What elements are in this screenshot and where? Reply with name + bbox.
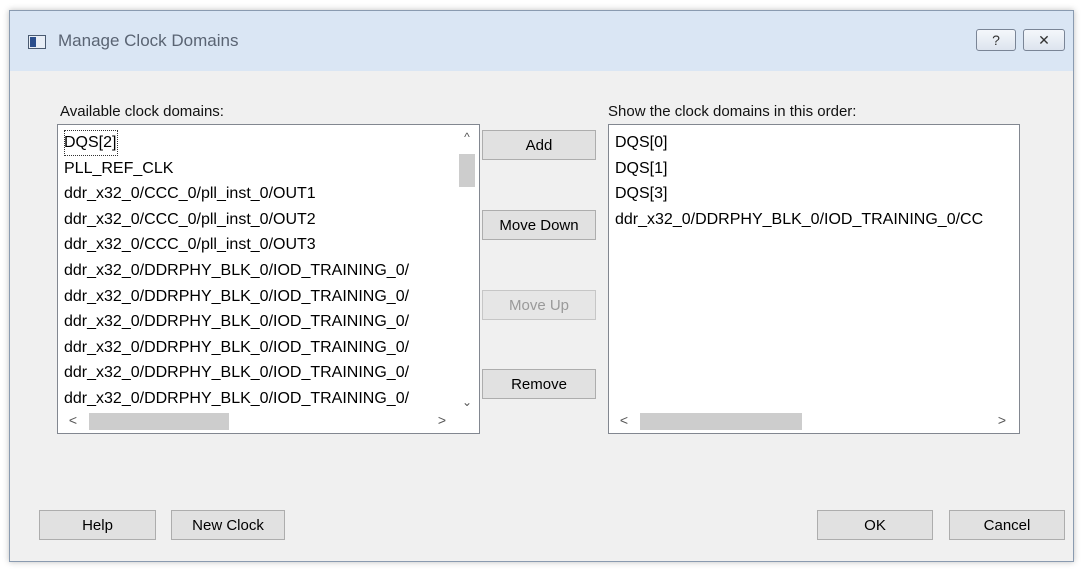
question-mark-icon: ?: [992, 32, 1000, 48]
list-item[interactable]: DQS[3]: [615, 181, 1013, 207]
list-item-label: DQS[1]: [615, 159, 668, 177]
list-item-label: DQS[0]: [615, 134, 668, 151]
ordered-domains-list[interactable]: DQS[0] DQS[1] DQS[3] ddr_x32_0/DDRPHY_BLK_0…: [608, 124, 1020, 434]
ok-button[interactable]: OK: [817, 510, 933, 540]
list-item-label: PLL_REF_CLK: [64, 159, 174, 177]
title-bar: Manage Clock Domains ? ✕: [10, 11, 1073, 71]
window-title: Manage Clock Domains: [58, 31, 239, 50]
list-item-label: ddr_x32_0/DDRPHY_BLK_0/IOD_TRAINING_0/: [64, 287, 410, 305]
list-item[interactable]: ddr_x32_0/DDRPHY_BLK_0/IOD_TRAINING_0/: [64, 335, 453, 361]
vertical-scroll-thumb[interactable]: [459, 154, 475, 187]
remove-button[interactable]: Remove: [482, 369, 596, 399]
scroll-down-icon[interactable]: ⌄: [456, 395, 478, 409]
list-item-label: ddr_x32_0/DDRPHY_BLK_0/IOD_TRAINING_0/: [64, 313, 410, 331]
list-item[interactable]: ddr_x32_0/CCC_0/pll_inst_0/OUT3: [64, 232, 453, 258]
horizontal-scroll-thumb[interactable]: [640, 413, 802, 430]
ordered-domains-label: Show the clock domains in this order:: [608, 103, 857, 120]
list-item[interactable]: ddr_x32_0/CCC_0/pll_inst_0/OUT2: [64, 207, 453, 233]
list-item-label: DQS[2]: [64, 130, 119, 156]
window-icon: [28, 35, 46, 49]
list-item[interactable]: ddr_x32_0/CCC_0/pll_inst_0/OUT1: [64, 181, 453, 207]
list-item[interactable]: ddr_x32_0/DDRPHY_BLK_0/IOD_TRAINING_0/: [64, 360, 453, 386]
scroll-up-icon[interactable]: ^: [456, 130, 478, 144]
list-item-label: ddr_x32_0/DDRPHY_BLK_0/IOD_TRAINING_0/: [64, 389, 410, 407]
list-item[interactable]: DQS[1]: [615, 156, 1013, 182]
horizontal-scrollbar-right[interactable]: < >: [610, 410, 1018, 432]
scroll-right-icon[interactable]: >: [432, 412, 452, 428]
scroll-right-icon[interactable]: >: [992, 412, 1012, 428]
new-clock-button[interactable]: New Clock: [171, 510, 285, 540]
list-item-label: ddr_x32_0/DDRPHY_BLK_0/IOD_TRAINING_0/: [64, 364, 410, 382]
cancel-button[interactable]: Cancel: [949, 510, 1065, 540]
list-item-label: ddr_x32_0/CCC_0/pll_inst_0/OUT3: [64, 236, 316, 254]
list-item[interactable]: DQS[2]: [64, 130, 453, 156]
list-item-label: ddr_x32_0/DDRPHY_BLK_0/IOD_TRAINING_0/: [64, 261, 410, 279]
list-item[interactable]: ddr_x32_0/DDRPHY_BLK_0/IOD_TRAINING_0/: [64, 309, 453, 335]
list-item-label: ddr_x32_0/DDRPHY_BLK_0/IOD_TRAINING_0/: [64, 338, 410, 356]
ordered-items: DQS[0] DQS[1] DQS[3] ddr_x32_0/DDRPHY_BLK_0…: [615, 130, 1013, 232]
close-icon: ✕: [1038, 31, 1050, 48]
list-item[interactable]: ddr_x32_0/DDRPHY_BLK_0/IOD_TRAINING_0/: [64, 284, 453, 310]
list-item[interactable]: ddr_x32_0/DDRPHY_BLK_0/IOD_TRAINING_0/CC: [615, 207, 1013, 233]
add-button[interactable]: Add: [482, 130, 596, 160]
available-domains-label: Available clock domains:: [60, 103, 224, 120]
available-domains-list[interactable]: DQS[2] PLL_REF_CLK ddr_x32_0/CCC_0/pll_ins…: [57, 124, 480, 434]
list-item-label: ddr_x32_0/CCC_0/pll_inst_0/OUT1: [64, 185, 316, 203]
scroll-left-icon[interactable]: <: [63, 412, 83, 428]
list-item[interactable]: PLL_REF_CLK: [64, 156, 453, 182]
list-item-label: ddr_x32_0/DDRPHY_BLK_0/IOD_TRAINING_0/CC: [615, 210, 984, 228]
list-item[interactable]: DQS[0]: [615, 130, 1013, 156]
available-items: DQS[2] PLL_REF_CLK ddr_x32_0/CCC_0/pll_ins…: [64, 130, 453, 412]
move-down-button[interactable]: Move Down: [482, 210, 596, 240]
help-caption-button[interactable]: ?: [976, 29, 1016, 51]
horizontal-scroll-thumb[interactable]: [89, 413, 229, 430]
move-up-button[interactable]: Move Up: [482, 290, 596, 320]
close-button[interactable]: ✕: [1023, 29, 1065, 51]
list-item-label: DQS[3]: [615, 185, 668, 203]
horizontal-scrollbar[interactable]: < >: [59, 410, 478, 432]
list-item-label: ddr_x32_0/CCC_0/pll_inst_0/OUT2: [64, 210, 316, 228]
vertical-scrollbar[interactable]: ^ ⌄: [456, 126, 478, 411]
list-item[interactable]: ddr_x32_0/DDRPHY_BLK_0/IOD_TRAINING_0/: [64, 258, 453, 284]
manage-clock-domains-dialog: Manage Clock Domains ? ✕ Available clock…: [9, 10, 1074, 562]
scroll-left-icon[interactable]: <: [614, 412, 634, 428]
list-item[interactable]: ddr_x32_0/DDRPHY_BLK_0/IOD_TRAINING_0/: [64, 386, 453, 412]
help-button[interactable]: Help: [39, 510, 156, 540]
